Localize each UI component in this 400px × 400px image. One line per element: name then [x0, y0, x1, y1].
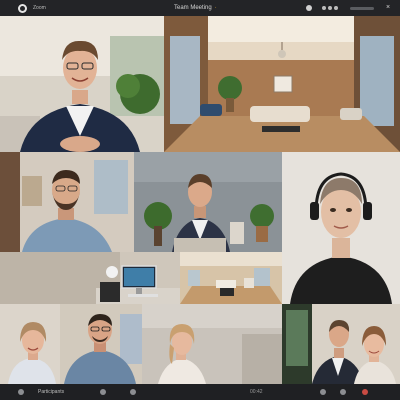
participant-tile-bearded-man[interactable]: [0, 152, 134, 252]
close-icon[interactable]: ×: [384, 4, 392, 12]
reactions-icon[interactable]: [320, 389, 326, 395]
participant-tile-workspace[interactable]: [0, 252, 180, 304]
presenter-video: [0, 16, 164, 152]
camera-icon[interactable]: [18, 389, 24, 395]
leave-meeting-icon[interactable]: [362, 389, 368, 395]
participant-tile-headset-woman[interactable]: [282, 152, 400, 304]
meeting-control-bar: Participants 00:42: [0, 384, 400, 400]
bearded-man-video: [0, 152, 134, 252]
app-logo-icon: [18, 3, 27, 13]
workspace-video: [0, 252, 180, 304]
participant-tile-woman-smiling[interactable]: [0, 304, 60, 384]
chat-icon[interactable]: [100, 389, 106, 395]
woman-smiling-video: [0, 304, 60, 384]
meeting-title: Team Meeting ·: [174, 5, 217, 11]
participant-tile-living-room[interactable]: [164, 16, 400, 152]
app-name: Zoom: [33, 5, 46, 11]
headset-woman-video: [282, 152, 400, 304]
office-man-video: [134, 152, 282, 252]
participant-tile-woman-blonde[interactable]: [142, 304, 282, 384]
couple-video: [282, 304, 400, 384]
more-options-icon[interactable]: [322, 6, 338, 10]
microphone-icon[interactable]: [306, 5, 312, 11]
participant-tile-office-man[interactable]: [134, 152, 282, 252]
settings-icon[interactable]: [340, 389, 346, 395]
room-view-video: [180, 252, 282, 304]
participant-tile-room-view[interactable]: [180, 252, 282, 304]
participant-tile-presenter[interactable]: [0, 16, 164, 152]
participants-label[interactable]: Participants: [38, 389, 64, 395]
meeting-top-bar: Zoom Team Meeting · ×: [0, 0, 400, 16]
man-glasses-video: [60, 304, 142, 384]
woman-blonde-video: [142, 304, 282, 384]
share-screen-icon[interactable]: [130, 389, 136, 395]
living-room-video: [164, 16, 400, 152]
participant-tile-couple[interactable]: [282, 304, 400, 384]
participant-tile-man-glasses[interactable]: [60, 304, 142, 384]
volume-slider[interactable]: [350, 6, 374, 10]
meeting-timer: 00:42: [250, 389, 263, 395]
